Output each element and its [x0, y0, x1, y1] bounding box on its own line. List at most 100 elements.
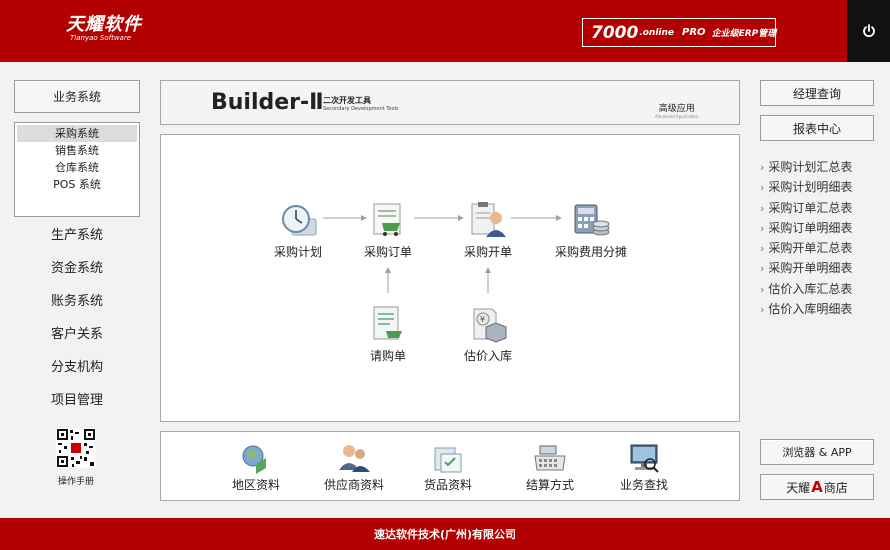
flow-label-estimated-stock-in: 估价入库	[463, 349, 512, 363]
flow-label-purchase-request: 请购单	[369, 349, 406, 363]
subsystem-item-purchase[interactable]: 采购系统	[17, 125, 137, 142]
nav-project[interactable]: 项目管理	[14, 393, 140, 426]
subsystem-item-warehouse[interactable]: 仓库系统	[17, 159, 137, 176]
chevron-right-icon: ›	[760, 303, 765, 317]
app-store-button[interactable]: 天耀 A 商店	[760, 474, 874, 500]
report-link-label: 估价入库明细表	[768, 302, 853, 317]
builder-title: Builder-Ⅱ	[211, 90, 324, 115]
basic-item-supplier[interactable]: 供应商资料	[309, 442, 399, 493]
report-link-label: 采购计划汇总表	[768, 160, 853, 174]
advanced-app-en: Advanced Application	[655, 114, 699, 119]
builder-subtitle-en: Secondary Development Tools	[323, 106, 399, 112]
business-system-button[interactable]: 业务系统	[14, 80, 140, 113]
flow-label-purchase-plan: 采购计划	[273, 245, 322, 259]
flow-label-purchase-invoice: 采购开单	[463, 245, 512, 259]
qr-code-icon[interactable]	[56, 428, 96, 468]
flow-node-estimated-stock-in[interactable]: ¥ 估价入库	[448, 305, 528, 364]
chevron-right-icon: ›	[760, 181, 765, 195]
flow-label-purchase-order: 采购订单	[363, 245, 412, 259]
supplier-icon	[339, 445, 370, 472]
purchase-invoice-icon	[471, 202, 506, 237]
manual-label[interactable]: 操作手册	[40, 474, 112, 487]
logo: 天耀软件 Tianyao Software	[66, 16, 142, 43]
basic-label-region: 地区资料	[231, 478, 280, 492]
edition-version: 7000	[591, 22, 639, 43]
flow-node-purchase-request[interactable]: 请购单	[348, 305, 428, 364]
flow-node-purchase-order[interactable]: 采购订单	[348, 201, 428, 260]
basic-item-settlement[interactable]: 结算方式	[505, 442, 595, 493]
footer-bar: 速达软件技术(广州)有限公司	[0, 518, 890, 550]
estimated-stock-in-icon: ¥	[473, 308, 507, 343]
region-icon	[242, 445, 266, 474]
business-search-icon	[630, 444, 659, 473]
report-link-label: 采购计划明细表	[768, 180, 853, 195]
nav-crm[interactable]: 客户关系	[14, 327, 140, 360]
chevron-right-icon: ›	[760, 161, 765, 174]
report-link-label: 采购开单明细表	[768, 261, 853, 276]
report-link-label: 采购开单汇总表	[768, 241, 853, 256]
report-links: › 采购计划汇总表 › 采购计划明细表 › 采购订单汇总表 › 采购订单明细表 › 采购开…	[760, 157, 880, 319]
manager-query-button[interactable]: 经理查询	[760, 80, 874, 106]
report-link[interactable]: › 估价入库汇总表	[760, 279, 880, 299]
browser-app-button[interactable]: 浏览器 & APP	[760, 439, 874, 465]
power-icon	[862, 24, 875, 38]
edition-pro: PRO	[682, 27, 706, 38]
goods-icon	[434, 447, 462, 473]
advanced-app-cn: 高级应用	[658, 104, 695, 114]
basic-label-supplier: 供应商资料	[323, 478, 384, 492]
builder-subtitle-cn: 二次开发工具	[323, 96, 371, 105]
report-link[interactable]: › 估价入库明细表	[760, 299, 880, 319]
flow-node-purchase-invoice[interactable]: 采购开单	[448, 201, 528, 260]
store-prefix: 天耀	[786, 480, 811, 495]
purchase-request-icon	[373, 306, 402, 340]
advanced-app[interactable]: 高级应用 Advanced Application	[655, 101, 698, 119]
subsystem-item-sales[interactable]: 销售系统	[17, 142, 137, 159]
report-link[interactable]: › 采购开单汇总表	[760, 238, 880, 258]
basic-label-settlement: 结算方式	[525, 478, 574, 492]
chevron-right-icon: ›	[760, 221, 765, 235]
report-link[interactable]: › 采购订单明细表	[760, 218, 880, 238]
chevron-right-icon: ›	[760, 242, 765, 256]
subsystem-list: 采购系统 销售系统 仓库系统 POS 系统	[14, 122, 140, 217]
basic-label-goods: 货品资料	[423, 478, 472, 492]
report-link-label: 采购订单汇总表	[768, 200, 853, 215]
report-link[interactable]: › 采购开单明细表	[760, 258, 880, 278]
chevron-right-icon: ›	[760, 262, 765, 276]
subsystem-item-pos[interactable]: POS 系统	[17, 176, 137, 193]
left-nav: 生产系统 资金系统 账务系统 客户关系 分支机构 项目管理	[14, 228, 140, 426]
basic-item-business-search[interactable]: 业务查找	[599, 442, 689, 493]
basic-item-region[interactable]: 地区资料	[211, 442, 301, 493]
nav-production[interactable]: 生产系统	[14, 228, 140, 261]
basic-item-goods[interactable]: 货品资料	[403, 442, 493, 493]
top-bar: 天耀软件 Tianyao Software 7000 .online PRO 企…	[0, 0, 890, 62]
store-a-icon: A	[811, 478, 823, 496]
basic-data-panel: 地区资料 供应商资料 货品资料 结算方式 业务查找	[160, 431, 740, 501]
store-suffix: 商店	[823, 480, 848, 495]
flow-arrows	[323, 215, 562, 293]
power-button[interactable]	[847, 0, 890, 62]
nav-funds[interactable]: 资金系统	[14, 261, 140, 294]
flow-node-cost-allocation[interactable]: 采购费用分摊	[548, 201, 634, 260]
edition-desc: 企业级ERP管理	[711, 29, 777, 39]
report-link[interactable]: › 采购计划汇总表	[760, 157, 880, 177]
edition-online: .online	[639, 27, 675, 38]
report-link[interactable]: › 采购计划明细表	[760, 177, 880, 197]
flow-label-cost-allocation: 采购费用分摊	[554, 245, 627, 259]
purchase-order-icon	[373, 203, 401, 236]
chevron-right-icon: ›	[760, 282, 765, 296]
report-center-button[interactable]: 报表中心	[760, 115, 874, 141]
nav-accounting[interactable]: 账务系统	[14, 294, 140, 327]
report-link[interactable]: › 采购订单汇总表	[760, 198, 880, 218]
builder-banner[interactable]: Builder-Ⅱ 二次开发工具 Secondary Development T…	[160, 80, 740, 125]
chevron-right-icon: ›	[760, 201, 765, 215]
basic-label-business-search: 业务查找	[619, 478, 668, 492]
logo-subtext: Tianyao Software	[70, 34, 132, 42]
builder-subtitle: 二次开发工具 Secondary Development Tools	[323, 95, 399, 112]
report-link-label: 估价入库汇总表	[768, 281, 853, 296]
edition-badge: 7000 .online PRO 企业级ERP管理	[582, 18, 776, 47]
purchase-plan-icon	[282, 205, 317, 236]
footer-company: 速达软件技术(广州)有限公司	[373, 528, 517, 541]
svg-text:¥: ¥	[480, 315, 485, 324]
flow-node-purchase-plan[interactable]: 采购计划	[258, 201, 338, 260]
nav-branch[interactable]: 分支机构	[14, 360, 140, 393]
